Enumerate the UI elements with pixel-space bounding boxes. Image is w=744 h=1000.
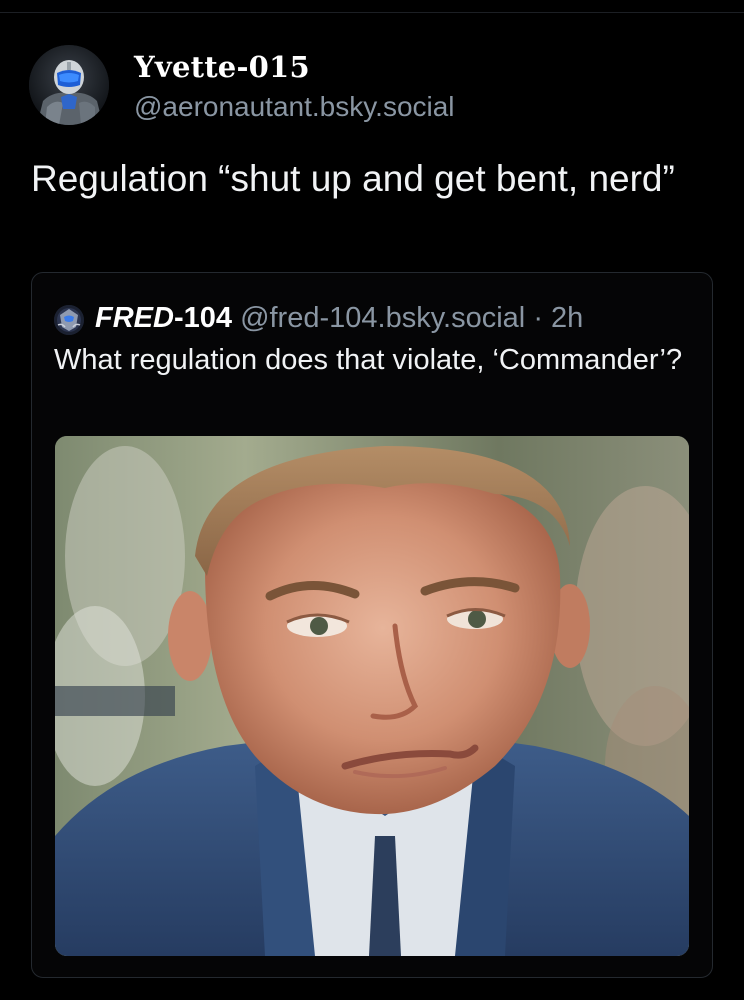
- quote-author-name-suffix[interactable]: -104: [174, 302, 232, 334]
- post: Yvette-015 @aeronautant.bsky.social Regu…: [0, 0, 744, 1000]
- quote-author-handle[interactable]: @fred-104.bsky.social: [240, 302, 525, 334]
- post-text: Regulation “shut up and get bent, nerd”: [31, 158, 675, 199]
- quote-header: FRED-104 @fred-104.bsky.social · 2h: [95, 300, 583, 336]
- author-avatar[interactable]: [29, 45, 109, 125]
- soldier-emblem-avatar-image: [54, 305, 84, 335]
- quote-separator: ·: [533, 302, 543, 334]
- quote-image[interactable]: [55, 436, 689, 956]
- quote-timestamp[interactable]: 2h: [551, 302, 583, 334]
- smirking-man-in-suit-photo: [55, 436, 689, 956]
- quote-text: What regulation does that violate, ‘Comm…: [54, 344, 683, 376]
- quote-author-avatar[interactable]: [54, 305, 84, 335]
- quote-author-name[interactable]: FRED: [95, 302, 174, 334]
- armored-soldier-avatar-image: [29, 45, 109, 125]
- author-display-name[interactable]: Yvette-015: [134, 50, 310, 84]
- author-handle[interactable]: @aeronautant.bsky.social: [134, 91, 455, 123]
